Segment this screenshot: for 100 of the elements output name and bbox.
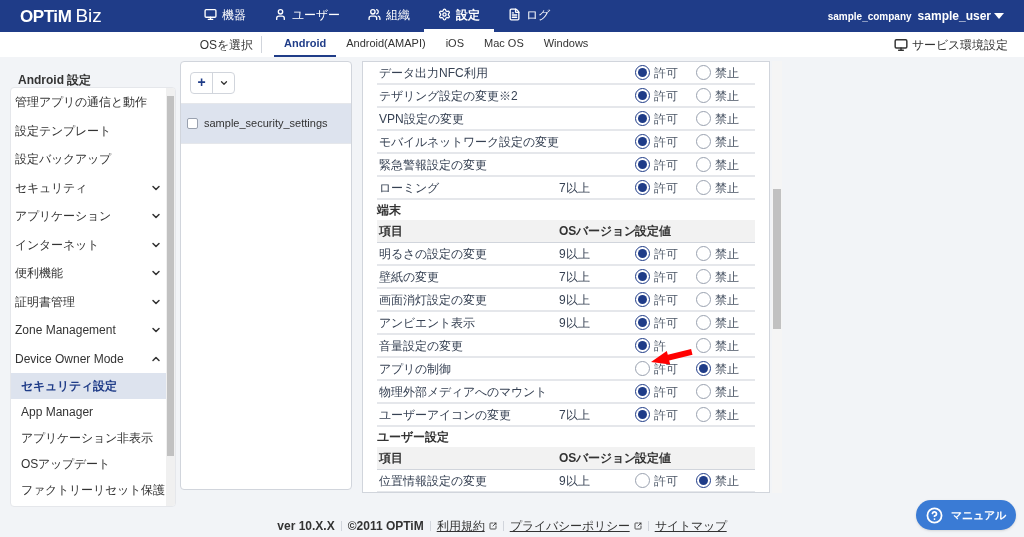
radio-button[interactable] — [635, 384, 650, 399]
radio-button[interactable] — [696, 292, 711, 307]
scrollbar[interactable] — [166, 88, 175, 506]
radio-button[interactable] — [696, 180, 711, 195]
option-label: 許 — [654, 337, 666, 355]
table-cell-text: テザリング設定の変更※2 — [379, 87, 519, 105]
nav-tab[interactable]: ログ — [494, 0, 564, 32]
external-link-icon — [633, 522, 642, 530]
radio-button[interactable] — [635, 88, 650, 103]
user-menu[interactable]: sample_user — [917, 7, 1004, 25]
radio-button[interactable] — [635, 315, 650, 330]
sidebar-subitem[interactable]: OSアップデート — [11, 451, 166, 477]
option-label: 許可 — [654, 314, 678, 332]
option-label: 禁止 — [715, 472, 739, 490]
option-label: 許可 — [654, 156, 678, 174]
os-select-label: OSを選択 — [199, 36, 253, 54]
option-label: 禁止 — [715, 179, 739, 197]
document-icon — [508, 8, 521, 21]
radio-button[interactable] — [635, 180, 650, 195]
radio-button[interactable] — [696, 361, 711, 376]
sidebar-item[interactable]: 証明書管理 — [11, 287, 166, 316]
table-cell-text: 緊急警報設定の変更 — [379, 156, 488, 174]
option-label: 許可 — [654, 360, 678, 378]
footer-link[interactable]: サイトマップ — [654, 517, 727, 535]
radio-button[interactable] — [696, 246, 711, 261]
radio-button[interactable] — [635, 292, 650, 307]
radio-button[interactable] — [635, 134, 650, 149]
template-name: sample_security_settings — [204, 116, 328, 132]
option-label: 禁止 — [715, 156, 739, 174]
section-title: ユーザー設定 — [377, 429, 450, 446]
option-label: 許可 — [654, 110, 678, 128]
nav-tab[interactable]: 組織 — [354, 0, 424, 32]
user-icon — [274, 8, 287, 21]
nav-tab[interactable]: 機器 — [190, 0, 260, 32]
radio-button[interactable] — [635, 407, 650, 422]
sidebar-item[interactable]: セキュリティ — [11, 173, 166, 202]
monitor-icon — [204, 8, 217, 21]
radio-button[interactable] — [635, 157, 650, 172]
footer-link[interactable]: プライバシーポリシー — [509, 517, 642, 535]
footer-text: ver 10.X.X — [277, 518, 335, 535]
radio-button[interactable] — [696, 134, 711, 149]
sidebar-title: Android 設定 — [17, 72, 93, 87]
brand-logo: OPTiM — [20, 5, 72, 28]
sidebar-item[interactable]: インターネット — [11, 230, 166, 259]
table-cell: 9以上 — [559, 473, 590, 488]
option-label: 許可 — [654, 133, 678, 151]
os-tab[interactable]: Windows — [533, 32, 599, 57]
column-header: 項目 — [379, 450, 404, 467]
option-label: 許可 — [654, 179, 678, 197]
caret-icon — [994, 13, 1004, 19]
option-label: 許可 — [654, 406, 678, 424]
help-icon — [926, 506, 943, 524]
os-tab[interactable]: Android — [274, 32, 337, 57]
footer-link[interactable]: 利用規約 — [436, 517, 497, 535]
radio-button[interactable] — [696, 315, 711, 330]
sidebar-item[interactable]: 設定バックアップ — [11, 145, 166, 174]
radio-button[interactable] — [635, 473, 650, 488]
option-label: 許可 — [654, 87, 678, 105]
gear-icon — [438, 8, 451, 21]
sidebar-item[interactable]: Zone Management — [11, 316, 166, 345]
checkbox[interactable] — [187, 118, 198, 129]
column-header: 設定値 — [635, 223, 671, 240]
radio-button[interactable] — [696, 88, 711, 103]
radio-button[interactable] — [696, 65, 711, 80]
radio-button[interactable] — [696, 338, 711, 353]
radio-button[interactable] — [696, 157, 711, 172]
os-tab[interactable]: Mac OS — [474, 32, 534, 57]
sidebar-subitem[interactable]: App Manager — [11, 399, 166, 425]
sidebar-item[interactable]: 便利機能 — [11, 259, 166, 288]
radio-button[interactable] — [696, 269, 711, 284]
radio-button[interactable] — [635, 111, 650, 126]
radio-button[interactable] — [696, 111, 711, 126]
os-tab[interactable]: Android(AMAPI) — [336, 32, 436, 57]
sidebar-item[interactable]: アプリケーション — [11, 202, 166, 231]
radio-button[interactable] — [635, 338, 650, 353]
radio-button[interactable] — [635, 65, 650, 80]
template-item[interactable]: sample_security_settings — [181, 104, 351, 144]
os-tab[interactable]: iOS — [435, 32, 474, 57]
manual-button[interactable]: マニュアル — [916, 500, 1016, 530]
table-cell-text: 音量設定の変更 — [379, 337, 464, 355]
sidebar-item[interactable]: 管理アプリの通信と動作 — [11, 88, 166, 117]
radio-button[interactable] — [696, 473, 711, 488]
sidebar-subitem[interactable]: アプリケーション非表示 — [11, 425, 166, 451]
footer-text: ©2011 OPTiM — [347, 518, 424, 535]
option-label: 禁止 — [715, 291, 739, 309]
sidebar-item[interactable]: Device Owner Mode — [11, 344, 166, 373]
radio-button[interactable] — [696, 407, 711, 422]
option-label: 許可 — [654, 268, 678, 286]
radio-button[interactable] — [635, 269, 650, 284]
nav-tab[interactable]: ユーザー — [260, 0, 354, 32]
service-settings-link[interactable]: サービス環境設定 — [894, 32, 1008, 57]
radio-button[interactable] — [696, 384, 711, 399]
option-label: 許可 — [654, 291, 678, 309]
sidebar-item[interactable]: 設定テンプレート — [11, 116, 166, 145]
table-cell-text: モバイルネットワーク設定の変更 — [379, 133, 559, 151]
option-label: 禁止 — [715, 383, 739, 401]
radio-button[interactable] — [635, 246, 650, 261]
radio-button[interactable] — [635, 361, 650, 376]
sidebar-subitem[interactable]: ファクトリーリセット保護 — [11, 477, 166, 503]
sidebar-subitem[interactable]: セキュリティ設定 — [11, 373, 166, 399]
